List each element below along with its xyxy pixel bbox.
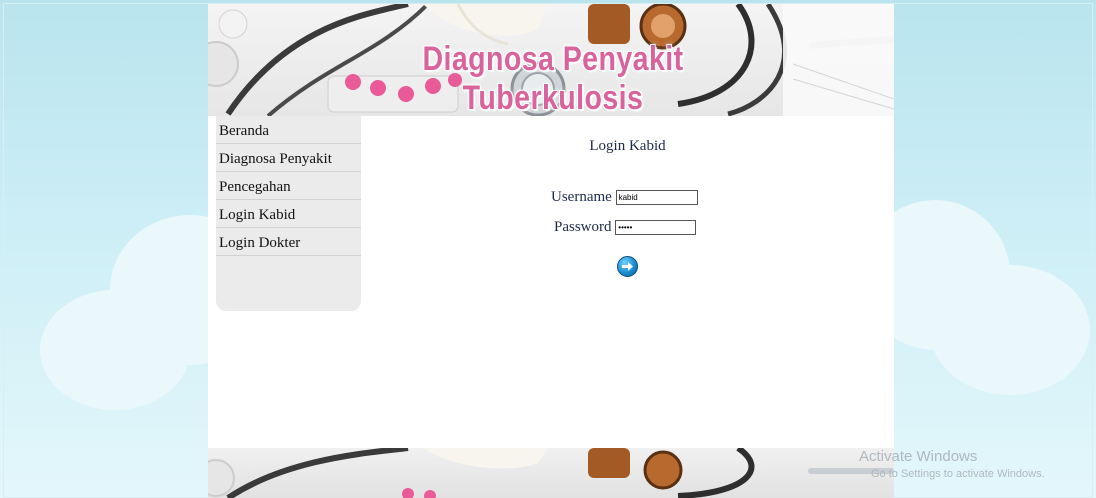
username-input[interactable] <box>615 190 698 206</box>
username-label: Username <box>551 189 612 206</box>
footer-banner <box>208 448 894 498</box>
windows-activation-subtitle: Go to Settings to activate Windows. <box>871 468 1045 480</box>
medical-footer-image <box>208 448 894 498</box>
windows-activation-title: Activate Windows <box>859 448 978 465</box>
cloud-left-bg-2 <box>40 290 190 410</box>
arrow-right-icon <box>622 262 633 271</box>
sidebar-item-login-kabid[interactable]: Login Kabid <box>216 200 361 228</box>
sidebar-item-pencegahan[interactable]: Pencegahan <box>216 172 361 200</box>
sidebar-item-beranda[interactable]: Beranda <box>216 116 361 144</box>
sidebar-item-login-dokter[interactable]: Login Dokter <box>216 228 361 256</box>
login-submit-button[interactable] <box>617 256 638 277</box>
sidebar-menu: Beranda Diagnosa Penyakit Pencegahan Log… <box>216 116 361 311</box>
password-label: Password <box>554 219 612 236</box>
site-title: Diagnosa Penyakit Tuberkulosis <box>422 40 684 116</box>
page-container: Diagnosa Penyakit Tuberkulosis Beranda D… <box>208 4 894 498</box>
cloud-right-bg-2 <box>930 265 1090 395</box>
header-banner: Diagnosa Penyakit Tuberkulosis <box>208 4 894 116</box>
password-input[interactable] <box>615 220 697 236</box>
username-row: Username <box>551 189 698 206</box>
login-panel: Login Kabid Username Password <box>361 116 894 448</box>
password-row: Password <box>554 219 697 236</box>
login-title: Login Kabid <box>589 138 666 154</box>
sidebar-item-diagnosa-penyakit[interactable]: Diagnosa Penyakit <box>216 144 361 172</box>
